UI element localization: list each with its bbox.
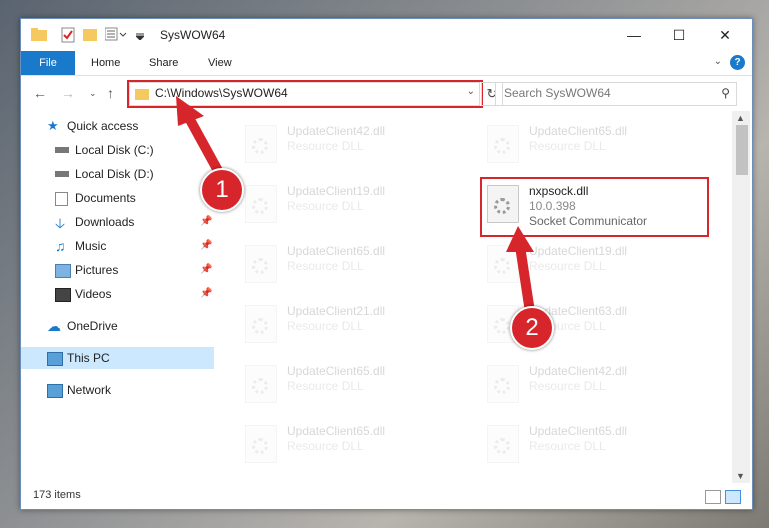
arrow-2 — [515, 241, 535, 317]
annotation-arrows — [176, 96, 535, 317]
callout-1: 1 — [200, 168, 244, 212]
arrow-2-head — [506, 226, 534, 252]
callout-2: 2 — [510, 306, 554, 350]
